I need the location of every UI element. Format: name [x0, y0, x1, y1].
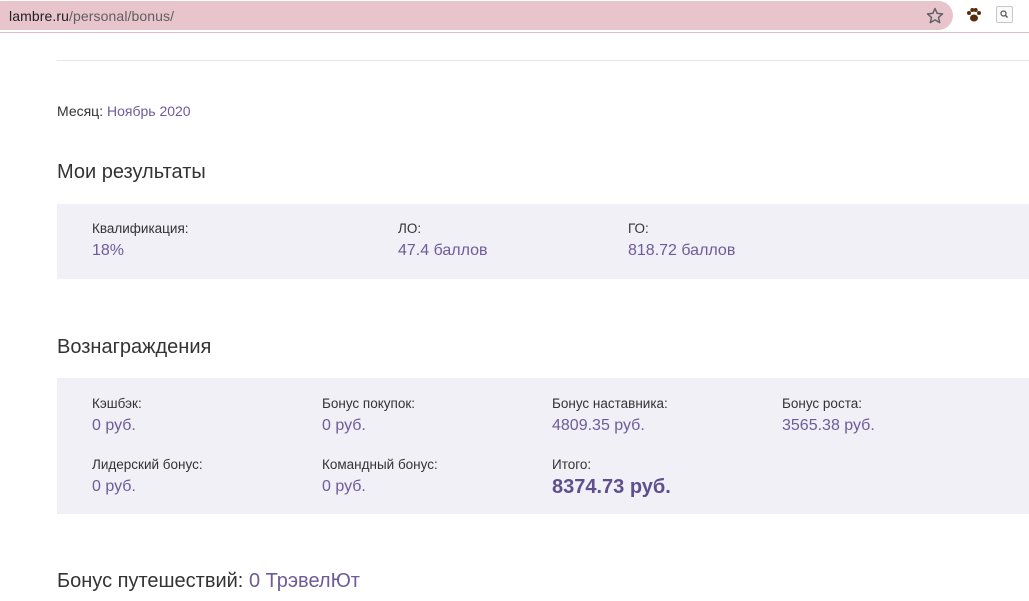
browser-toolbar: lambre.ru/personal/bonus/	[0, 0, 1029, 33]
reward-team-bonus: Командный бонус: 0 руб.	[322, 457, 438, 496]
url-host: lambre.ru	[9, 8, 70, 24]
reward-value: 0 руб.	[322, 478, 366, 495]
address-bar[interactable]: lambre.ru/personal/bonus/	[0, 1, 953, 30]
travel-bonus: Бонус путешествий: 0 ТрэвелЮт	[57, 570, 360, 593]
reward-value: 3565.38 руб.	[782, 417, 875, 434]
month-label: Месяц:	[57, 103, 107, 119]
reward-label: Командный бонус:	[322, 457, 438, 472]
result-label: ЛО:	[398, 221, 422, 236]
reward-label: Лидерский бонус:	[92, 457, 203, 472]
reward-value: 4809.35 руб.	[552, 417, 645, 434]
reward-cashback: Кэшбэк: 0 руб.	[92, 396, 142, 435]
reward-label: Бонус наставника:	[552, 396, 668, 411]
reward-value: 0 руб.	[92, 478, 136, 495]
result-go: ГО: 818.72 баллов	[628, 221, 735, 260]
result-label: Квалификация:	[92, 221, 189, 236]
total-value: 8374.73 руб.	[552, 476, 671, 498]
travel-value: 0 ТрэвелЮт	[248, 570, 360, 592]
travel-label: Бонус путешествий:	[57, 570, 249, 592]
url-text[interactable]: lambre.ru/personal/bonus/	[9, 8, 174, 24]
section-divider	[57, 60, 1029, 61]
reward-value: 0 руб.	[322, 417, 366, 434]
star-icon[interactable]	[925, 6, 945, 26]
total-label: Итого:	[552, 457, 592, 472]
reward-mentor-bonus: Бонус наставника: 4809.35 руб.	[552, 396, 668, 435]
month-line: Месяц: Ноябрь 2020	[57, 103, 191, 119]
reward-purchase-bonus: Бонус покупок: 0 руб.	[322, 396, 415, 435]
result-label: ГО:	[628, 221, 649, 236]
result-qualification: Квалификация: 18%	[92, 221, 189, 260]
results-heading: Мои результаты	[57, 161, 206, 183]
reward-label: Бонус роста:	[782, 396, 862, 411]
search-extension-icon[interactable]	[996, 6, 1013, 23]
result-value: 47.4 баллов	[398, 242, 488, 259]
magnifier-icon	[1000, 10, 1008, 18]
reward-value: 0 руб.	[92, 417, 136, 434]
result-value: 818.72 баллов	[628, 242, 736, 259]
results-panel: Квалификация: 18% ЛО: 47.4 баллов ГО: 81…	[57, 204, 1029, 279]
reward-growth-bonus: Бонус роста: 3565.38 руб.	[782, 396, 875, 435]
reward-label: Бонус покупок:	[322, 396, 416, 411]
reward-leader-bonus: Лидерский бонус: 0 руб.	[92, 457, 203, 496]
reward-label: Кэшбэк:	[92, 396, 142, 411]
paw-extension-icon[interactable]	[965, 6, 983, 24]
toolbar-border	[0, 32, 1029, 33]
result-value: 18%	[92, 242, 125, 259]
reward-total: Итого: 8374.73 руб.	[552, 457, 671, 499]
rewards-panel: Кэшбэк: 0 руб. Бонус покупок: 0 руб. Бон…	[57, 378, 1029, 514]
month-value[interactable]: Ноябрь 2020	[107, 103, 191, 119]
result-lo: ЛО: 47.4 баллов	[398, 221, 488, 260]
url-path: /personal/bonus/	[69, 8, 175, 24]
rewards-heading: Вознаграждения	[57, 336, 212, 358]
